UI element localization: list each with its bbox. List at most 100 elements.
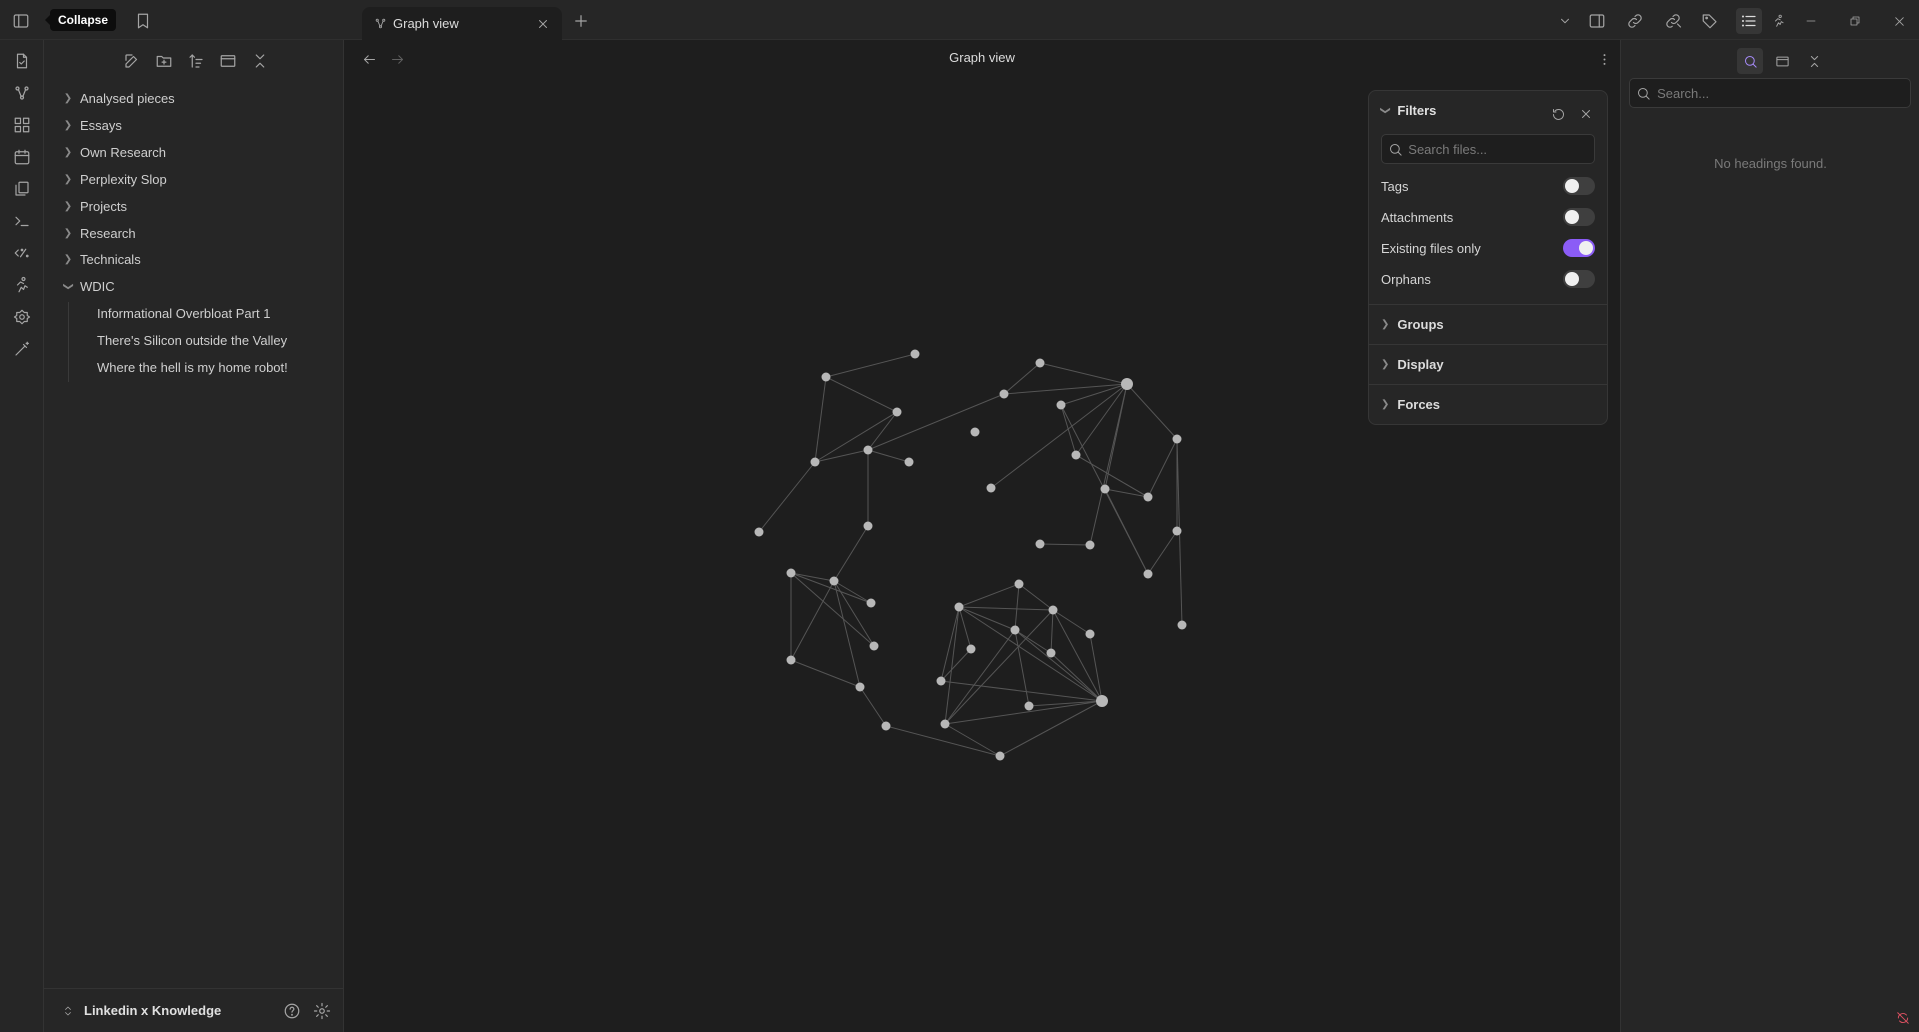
graph-edge xyxy=(958,606,1016,631)
graph-node[interactable] xyxy=(1085,629,1095,639)
section-label: Groups xyxy=(1397,317,1444,332)
graph-edge xyxy=(825,376,898,413)
graph-node[interactable] xyxy=(892,407,902,417)
forces-section[interactable]: ❯ Forces xyxy=(1369,384,1607,424)
graph-edge xyxy=(790,659,861,688)
collapse-all-icon[interactable] xyxy=(1801,48,1827,74)
graph-node[interactable] xyxy=(866,598,876,608)
graph-node[interactable] xyxy=(1121,378,1133,390)
graph-edge xyxy=(1147,530,1178,575)
search-icon xyxy=(1382,135,1408,163)
graph-node[interactable] xyxy=(863,521,873,531)
graph-edge xyxy=(833,580,875,647)
graph-edge xyxy=(1126,383,1178,440)
filter-label: Attachments xyxy=(1381,209,1454,225)
filter-row-tags: Tags xyxy=(1381,174,1595,198)
graph-node[interactable] xyxy=(1143,569,1153,579)
graph-node[interactable] xyxy=(869,641,879,651)
orphans-toggle[interactable] xyxy=(1563,270,1595,288)
filter-label: Tags xyxy=(1381,178,1409,194)
graph-node[interactable] xyxy=(995,751,1005,761)
graph-edge xyxy=(944,609,1054,725)
graph-node[interactable] xyxy=(966,644,976,654)
empty-outline-message: No headings found. xyxy=(1714,156,1827,171)
graph-node[interactable] xyxy=(829,576,839,586)
graph-edge xyxy=(1018,583,1054,611)
chevron-right-icon: ❯ xyxy=(1381,359,1390,370)
filters-title: Filters xyxy=(1397,103,1437,118)
graph-node[interactable] xyxy=(1172,434,1182,444)
graph-edge xyxy=(1014,629,1052,654)
filter-row-existing-files: Existing files only xyxy=(1381,236,1595,260)
search-icon[interactable] xyxy=(1737,48,1763,74)
graph-node[interactable] xyxy=(1071,450,1081,460)
display-section[interactable]: ❯ Display xyxy=(1369,344,1607,384)
graph-edge xyxy=(958,583,1020,608)
graph-edge xyxy=(1003,383,1128,395)
graph-edge xyxy=(814,376,827,463)
graph-node[interactable] xyxy=(786,655,796,665)
graph-edge xyxy=(1039,543,1091,546)
graph-edge xyxy=(944,700,1103,725)
graph-node[interactable] xyxy=(1035,358,1045,368)
graph-node[interactable] xyxy=(910,349,920,359)
graph-node[interactable] xyxy=(936,676,946,686)
graph-edge xyxy=(1014,583,1020,631)
filter-label: Orphans xyxy=(1381,271,1431,287)
auto-expand-icon[interactable] xyxy=(1769,48,1795,74)
graph-node[interactable] xyxy=(1172,526,1182,536)
graph-node[interactable] xyxy=(904,457,914,467)
graph-edge xyxy=(833,580,872,604)
graph-node[interactable] xyxy=(986,483,996,493)
chevron-down-icon: ❯ xyxy=(1379,106,1391,115)
graph-node[interactable] xyxy=(754,527,764,537)
graph-edge xyxy=(867,393,1005,451)
graph-node[interactable] xyxy=(1046,648,1056,658)
graph-node[interactable] xyxy=(1048,605,1058,615)
graph-edge xyxy=(825,353,916,378)
graph-edge xyxy=(1003,362,1041,395)
filter-row-orphans: Orphans xyxy=(1381,267,1595,291)
graph-edge xyxy=(1039,362,1128,385)
graph-edge xyxy=(1147,438,1178,498)
graph-node[interactable] xyxy=(1024,701,1034,711)
graph-node[interactable] xyxy=(810,457,820,467)
graph-node[interactable] xyxy=(863,445,873,455)
graph-edge xyxy=(1052,609,1103,702)
graph-node[interactable] xyxy=(1096,695,1108,707)
attachments-toggle[interactable] xyxy=(1563,208,1595,226)
graph-node[interactable] xyxy=(1056,400,1066,410)
graph-node[interactable] xyxy=(1143,492,1153,502)
filters-header[interactable]: ❯ Filters xyxy=(1379,103,1437,118)
graph-edge xyxy=(1052,609,1091,635)
graph-edge xyxy=(958,606,1054,611)
graph-edge xyxy=(1014,629,1103,702)
graph-node[interactable] xyxy=(855,682,865,692)
tags-toggle[interactable] xyxy=(1563,177,1595,195)
search-files-input[interactable] xyxy=(1408,141,1594,157)
existing-files-only-toggle[interactable] xyxy=(1563,239,1595,257)
graph-node[interactable] xyxy=(1014,579,1024,589)
outline-search-input[interactable] xyxy=(1657,85,1910,101)
graph-node[interactable] xyxy=(999,389,1009,399)
groups-section[interactable]: ❯ Groups xyxy=(1369,304,1607,344)
graph-node[interactable] xyxy=(786,568,796,578)
graph-edge xyxy=(790,580,835,661)
graph-node[interactable] xyxy=(1177,620,1187,630)
sync-disabled-icon[interactable] xyxy=(1893,1008,1913,1028)
graph-node[interactable] xyxy=(954,602,964,612)
graph-node[interactable] xyxy=(970,427,980,437)
graph-node[interactable] xyxy=(1035,539,1045,549)
graph-edge xyxy=(1050,609,1054,654)
section-label: Forces xyxy=(1397,397,1441,412)
graph-edge xyxy=(790,572,835,582)
graph-node[interactable] xyxy=(881,721,891,731)
close-filters-icon[interactable] xyxy=(1575,103,1597,125)
graph-node[interactable] xyxy=(940,719,950,729)
graph-node[interactable] xyxy=(1100,484,1110,494)
graph-node[interactable] xyxy=(1010,625,1020,635)
restore-defaults-icon[interactable] xyxy=(1547,103,1569,125)
graph-node[interactable] xyxy=(1085,540,1095,550)
graph-edge xyxy=(944,723,1001,757)
graph-node[interactable] xyxy=(821,372,831,382)
